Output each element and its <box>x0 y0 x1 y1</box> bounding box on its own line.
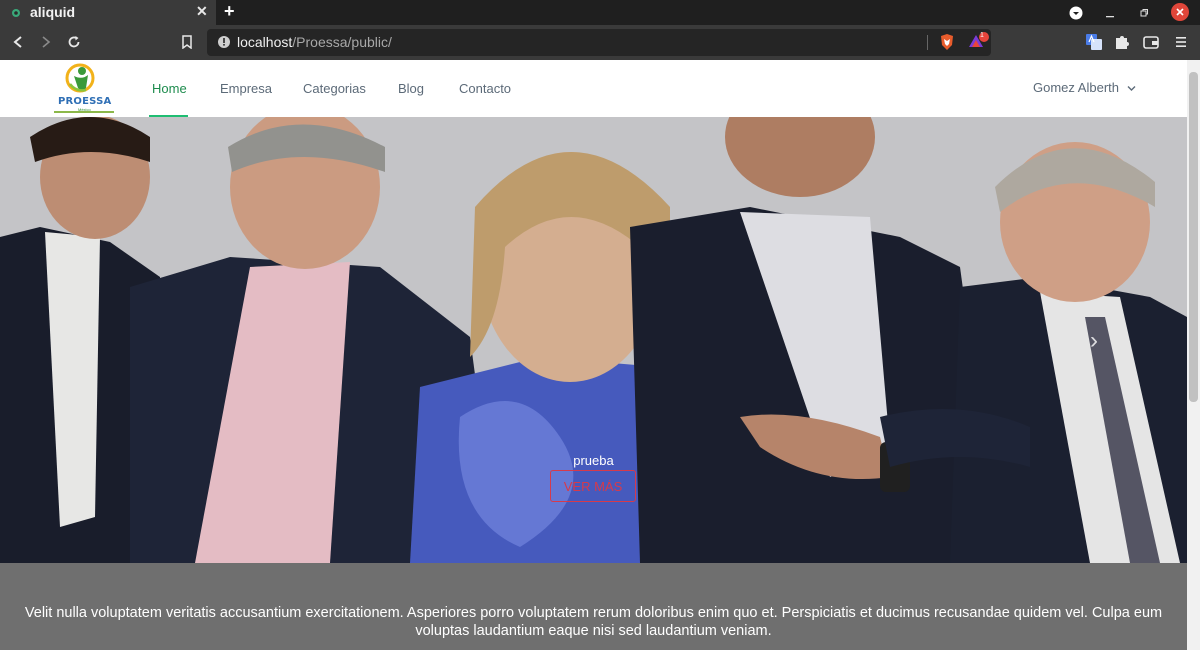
reload-icon[interactable] <box>66 34 82 50</box>
url-host: localhost <box>237 34 293 50</box>
nav-contacto[interactable]: Contacto <box>459 81 511 96</box>
address-bar[interactable]: localhost/Proessa/public/ 1 <box>207 29 991 56</box>
menu-icon[interactable] <box>1172 33 1190 51</box>
site-header: PROESSA México Home Empresa Categorias B… <box>0 60 1187 117</box>
forward-icon[interactable] <box>38 34 54 50</box>
scrollbar-thumb[interactable] <box>1189 72 1198 402</box>
ver-mas-button[interactable]: VER MÁS <box>550 470 636 502</box>
wallet-icon[interactable] <box>1142 33 1160 51</box>
site-favicon-icon <box>12 9 20 17</box>
nav-categorias[interactable]: Categorias <box>303 81 366 96</box>
logo-text: PROESSA <box>58 96 112 107</box>
nav-blog[interactable]: Blog <box>398 81 424 96</box>
browser-tab-bar: aliquid ✕ + <box>0 0 1200 25</box>
nav-empresa[interactable]: Empresa <box>220 81 272 96</box>
close-window-icon[interactable] <box>1171 3 1189 21</box>
restore-icon[interactable] <box>1134 3 1154 23</box>
web-page: PROESSA México Home Empresa Categorias B… <box>0 60 1187 650</box>
new-tab-button[interactable]: + <box>224 1 235 22</box>
user-menu[interactable]: Gomez Alberth <box>1033 80 1136 95</box>
extensions-icon[interactable] <box>1113 33 1131 51</box>
description-section: Velit nulla voluptatem veritatis accusan… <box>0 563 1187 650</box>
browser-toolbar: localhost/Proessa/public/ 1 <box>0 25 1200 60</box>
back-icon[interactable] <box>10 34 26 50</box>
translate-icon[interactable] <box>1085 33 1103 51</box>
hero-caption: prueba <box>573 453 614 468</box>
user-name: Gomez Alberth <box>1033 80 1119 95</box>
page-scrollbar[interactable] <box>1187 60 1200 650</box>
bookmark-icon[interactable] <box>179 34 195 50</box>
hero-carousel: prueba VER MÁS › <box>0 117 1187 563</box>
description-text: Velit nulla voluptatem veritatis accusan… <box>24 605 1163 639</box>
nav-home[interactable]: Home <box>152 81 187 96</box>
carousel-next-icon[interactable]: › <box>1090 327 1098 355</box>
brave-rewards-icon[interactable] <box>966 32 992 50</box>
logo-mark-icon <box>65 63 95 93</box>
logo-tagline-bar <box>54 111 114 113</box>
minimize-icon[interactable] <box>1100 3 1120 23</box>
rewards-badge-count: 1 <box>980 32 984 39</box>
tabs-menu-icon[interactable] <box>1066 3 1086 23</box>
site-logo[interactable]: PROESSA México <box>52 62 116 114</box>
chevron-down-icon <box>1127 86 1136 91</box>
tab-title: aliquid <box>30 4 76 20</box>
url-text: localhost/Proessa/public/ <box>237 34 392 50</box>
site-info-icon[interactable] <box>217 35 231 49</box>
url-path: /Proessa/public/ <box>292 34 392 50</box>
browser-tab[interactable]: aliquid ✕ <box>0 0 216 25</box>
url-separator <box>927 35 928 50</box>
brave-shields-icon[interactable] <box>938 33 956 51</box>
tab-close-icon[interactable]: ✕ <box>196 3 208 20</box>
